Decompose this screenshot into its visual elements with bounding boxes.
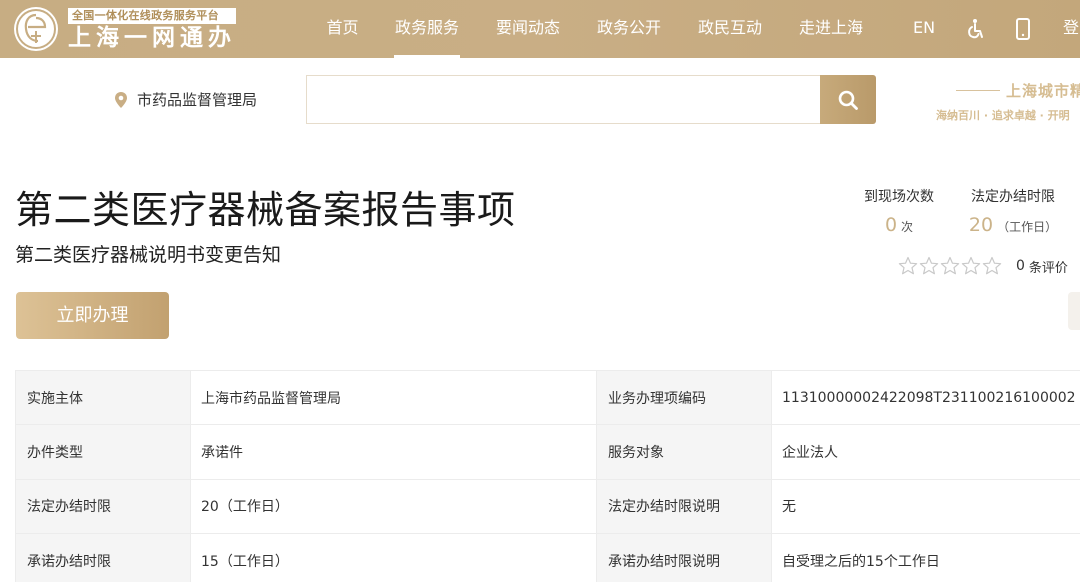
site-logo[interactable]: 全国一体化在线政务服务平台 上海一网通办 bbox=[14, 7, 236, 51]
slogan-divider bbox=[956, 90, 1000, 91]
logo-name: 上海一网通办 bbox=[68, 24, 236, 51]
slogan-subtitle: 海纳百川 · 追求卓越 · 开明 bbox=[936, 109, 1070, 122]
table-row: 法定办结时限 20（工作日） 法定办结时限说明无 bbox=[15, 478, 1080, 534]
table-key-cell: 承诺办结时限说明 bbox=[596, 532, 772, 582]
search-icon bbox=[838, 90, 858, 110]
star-icon[interactable] bbox=[919, 256, 939, 276]
slogan-title: 上海城市精 bbox=[1006, 82, 1080, 100]
on-site-visits-value: 0 bbox=[884, 214, 898, 236]
nav-home[interactable]: 首页 bbox=[326, 0, 359, 58]
table-key-cell: 服务对象 bbox=[596, 424, 772, 480]
rating-count: 0 bbox=[1016, 258, 1025, 274]
table-value-cell: 承诺件 bbox=[190, 424, 597, 480]
table-row: 办件类型 承诺件 服务对象 企业法人 bbox=[15, 424, 1080, 480]
legal-time-limit-unit: （工作日） bbox=[997, 220, 1058, 234]
search-button[interactable] bbox=[820, 75, 876, 124]
side-float-tab[interactable] bbox=[1068, 292, 1080, 330]
item-info-table: 实施主体 上海市药品监督管理局 业务办理项编码 11310000002422098T2… bbox=[15, 369, 1080, 582]
city-slogan-banner: 上海城市精 海纳百川 · 追求卓越 · 开明 bbox=[930, 78, 1080, 126]
nav-government-services[interactable]: 政务服务 bbox=[394, 0, 460, 58]
table-value-cell: 11310000002422098T231100216100002 bbox=[771, 369, 1080, 426]
on-site-visits-unit: 次 bbox=[901, 220, 914, 234]
apply-now-button[interactable]: 立即办理 bbox=[16, 292, 169, 339]
star-rating[interactable] bbox=[898, 256, 1003, 276]
table-key-cell: 业务办理项编码 bbox=[596, 369, 772, 426]
table-key-cell: 法定办结时限 bbox=[15, 478, 191, 534]
rating-summary: 0 条评价 bbox=[898, 256, 1068, 276]
location-label: 市药品监督管理局 bbox=[137, 91, 258, 109]
page-subtitle: 第二类医疗器械说明书变更告知 bbox=[15, 244, 282, 266]
table-value-cell: 自受理之后的15个工作日 bbox=[771, 532, 1080, 582]
mobile-phone-icon[interactable] bbox=[1011, 17, 1035, 41]
table-value-cell: 20（工作日） bbox=[190, 478, 597, 534]
rating-unit: 条评价 bbox=[1028, 260, 1068, 276]
nav-news[interactable]: 要闻动态 bbox=[495, 0, 561, 58]
on-site-visits-stat: 到现场次数 0次 bbox=[861, 188, 937, 237]
accessibility-icon[interactable] bbox=[963, 17, 987, 41]
table-key-cell: 承诺办结时限 bbox=[15, 532, 191, 582]
table-value-cell: 企业法人 bbox=[771, 424, 1080, 480]
location-selector[interactable]: 市药品监督管理局 bbox=[114, 89, 257, 110]
nav-interaction[interactable]: 政民互动 bbox=[697, 0, 763, 58]
table-key-cell: 办件类型 bbox=[15, 424, 191, 480]
login-link[interactable]: 登 bbox=[1062, 0, 1080, 58]
legal-time-limit-value: 20 bbox=[968, 214, 994, 236]
logo-tagline: 全国一体化在线政务服务平台 bbox=[68, 7, 236, 24]
table-row: 实施主体 上海市药品监督管理局 业务办理项编码 11310000002422098T2… bbox=[15, 369, 1080, 426]
nav-about-shanghai[interactable]: 走进上海 bbox=[798, 0, 864, 58]
star-icon[interactable] bbox=[961, 256, 981, 276]
table-key-cell: 实施主体 bbox=[15, 369, 191, 426]
top-nav-bar: 全国一体化在线政务服务平台 上海一网通办 首页 政务服务 要闻动态 政务公开 政… bbox=[0, 0, 1080, 58]
shanghai-emblem-icon bbox=[14, 7, 58, 51]
star-icon[interactable] bbox=[898, 256, 918, 276]
legal-time-limit-label: 法定办结时限 bbox=[971, 189, 1055, 205]
legal-time-limit-stat: 法定办结时限 20 （工作日） bbox=[966, 188, 1060, 237]
star-icon[interactable] bbox=[940, 256, 960, 276]
search-input[interactable] bbox=[306, 75, 820, 124]
table-value-cell: 上海市药品监督管理局 bbox=[190, 369, 597, 426]
table-value-cell: 15（工作日） bbox=[190, 532, 597, 582]
map-pin-icon bbox=[115, 91, 127, 108]
star-icon[interactable] bbox=[982, 256, 1002, 276]
page-title: 第二类医疗器械备案报告事项 bbox=[15, 188, 516, 232]
on-site-visits-label: 到现场次数 bbox=[864, 189, 934, 205]
nav-open-government[interactable]: 政务公开 bbox=[596, 0, 662, 58]
language-switch[interactable]: EN bbox=[913, 0, 935, 58]
table-row: 承诺办结时限 15（工作日） 承诺办结时限说明 自受理之后的15个工作日 bbox=[15, 532, 1080, 582]
table-key-cell: 法定办结时限说明 bbox=[596, 478, 772, 534]
table-value-cell: 无 bbox=[771, 478, 1080, 534]
